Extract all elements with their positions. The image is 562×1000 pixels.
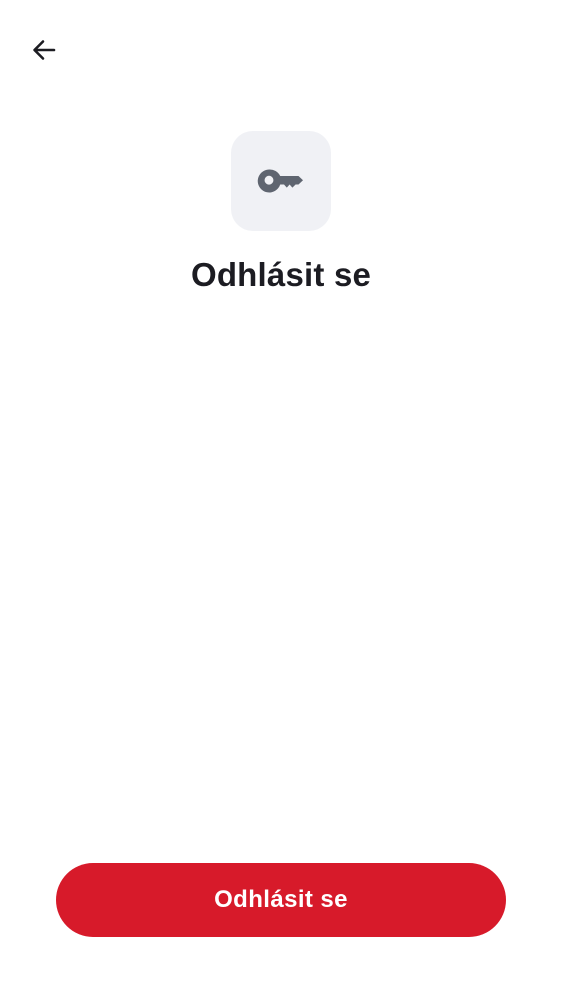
arrow-left-icon: [33, 40, 56, 60]
page-title: Odhlásit se: [190, 256, 372, 293]
key-icon-tile: [231, 131, 331, 231]
logout-button[interactable]: Odhlásit se: [56, 863, 506, 937]
key-icon: [257, 169, 303, 193]
back-button[interactable]: [24, 30, 64, 70]
